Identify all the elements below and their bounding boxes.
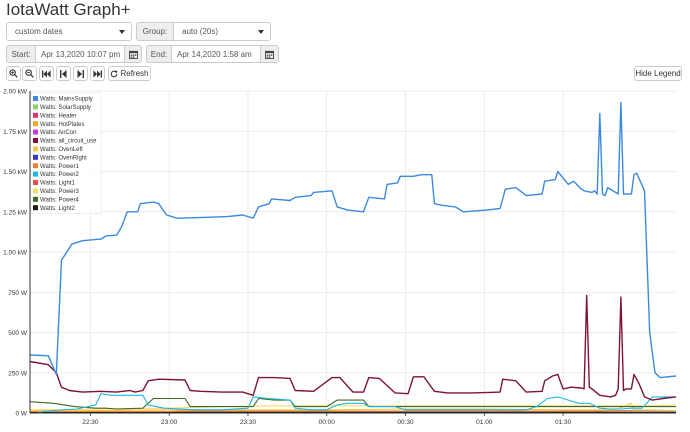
y-tick-label: 1.25 kW: [3, 209, 28, 216]
legend-swatch: [33, 96, 38, 101]
legend-swatch: [33, 104, 38, 110]
legend-label: Watts: HotPlates: [40, 122, 84, 128]
legend-label: Watts: Power1: [40, 164, 79, 170]
legend-label: Watts: Heater: [40, 113, 76, 119]
chart-legend: Watts: MainsSupply Watts: SolarSupply Watt…: [30, 92, 102, 214]
legend-swatch: [33, 180, 38, 185]
legend-label: Watts: MainsSupply: [40, 97, 93, 103]
legend-swatch: [33, 121, 38, 127]
legend-swatch: [33, 154, 38, 160]
x-tick-label: 23:00: [161, 419, 178, 426]
y-tick-label: 250 W: [8, 370, 28, 377]
x-tick-labels: 22:30 23:00 23:30 00:00 00:30 01:00 01:30: [82, 419, 571, 426]
legend-label: Watts: SolarSupply: [40, 105, 91, 111]
chart-grid: [30, 90, 676, 414]
y-tick-label: 1.75 kW: [3, 129, 28, 136]
x-tick-label: 01:00: [476, 419, 493, 426]
legend-label: Watts: OvenLeft: [40, 147, 83, 153]
legend-label: Watts: Light1: [40, 181, 75, 187]
x-tick-label: 00:30: [397, 419, 414, 426]
power-chart[interactable]: 0 W 250 W 500 W 750 W 1.00 kW 1.25 kW 1.50 kW 1…: [0, 0, 690, 432]
legend-swatch: [33, 188, 38, 194]
y-tick-label: 1.00 kW: [3, 250, 28, 257]
y-tick-label: 1.50 kW: [3, 169, 28, 176]
legend-label: Watts: AirCon: [40, 130, 76, 136]
legend-swatch: [33, 112, 38, 118]
y-tick-label: 750 W: [8, 290, 28, 297]
y-tick-labels: 0 W 250 W 500 W 750 W 1.00 kW 1.25 kW 1.50 kW 1…: [3, 89, 28, 418]
chart-axes: [29, 91, 676, 416]
legend-box: [30, 92, 102, 214]
legend-label: Watts: OvenRight: [40, 155, 87, 161]
x-tick-label: 01:30: [555, 419, 572, 426]
legend-swatch: [33, 129, 38, 135]
y-tick-label: 0 W: [15, 411, 27, 418]
legend-label: Watts: Power4: [40, 197, 79, 203]
chart-series: [29, 101, 677, 414]
x-tick-label: 23:30: [240, 419, 257, 426]
y-tick-label: 2.00 kW: [3, 89, 28, 96]
legend-label: Watts: Power2: [40, 172, 79, 178]
legend-swatch: [33, 171, 38, 177]
legend-swatch: [33, 163, 38, 169]
legend-swatch: [33, 146, 38, 152]
legend-swatch: [33, 205, 38, 211]
legend-label: Watts: all_circuit_use: [40, 139, 97, 145]
legend-label: Watts: Power3: [40, 189, 79, 195]
series-line-MainsSupply: [29, 101, 677, 379]
x-tick-label: 22:30: [82, 419, 99, 426]
y-tick-label: 500 W: [8, 330, 28, 337]
series-line-all_circuit_use: [29, 294, 677, 401]
legend-label: Watts: Light2: [40, 206, 75, 212]
legend-swatch: [33, 138, 38, 143]
legend-swatch: [33, 196, 38, 202]
x-tick-label: 00:00: [319, 419, 336, 426]
